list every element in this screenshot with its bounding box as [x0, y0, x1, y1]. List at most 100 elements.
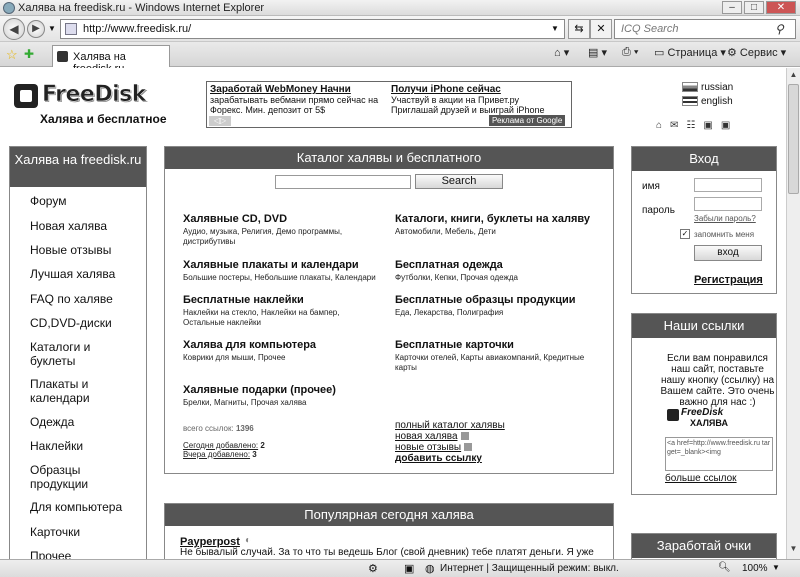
ad-left-title[interactable]: Заработай WebMoney Начни: [210, 84, 351, 95]
cat-cd-title[interactable]: Халявные CD, DVD: [183, 213, 287, 225]
menu-item-clothes[interactable]: Одежда: [30, 415, 140, 429]
menu-item-forum[interactable]: Форум: [30, 194, 140, 208]
rss-icon[interactable]: ▣: [703, 120, 720, 131]
menu-item-cd[interactable]: CD,DVD-диски: [30, 316, 140, 330]
login-button[interactable]: вход: [694, 245, 762, 261]
maximize-button[interactable]: □: [744, 1, 764, 14]
cat-posters-sub[interactable]: Большие постеры, Небольшие плакаты, Кале…: [183, 273, 383, 283]
minimize-button[interactable]: –: [722, 1, 742, 14]
cat-posters-title[interactable]: Халявные плакаты и календари: [183, 259, 359, 271]
zoom-dropdown-icon[interactable]: ▼: [772, 563, 780, 572]
top-icons[interactable]: ⌂✉☷▣▣: [656, 120, 738, 131]
ad-google-label[interactable]: Реклама от Google: [489, 115, 566, 126]
menu-item-reviews[interactable]: Новые отзывы: [30, 243, 140, 257]
add-favorite-icon[interactable]: ✚: [24, 47, 34, 61]
catalog-search-button[interactable]: Search: [415, 174, 503, 189]
cat-stickers-sub[interactable]: Наклейки на стекло, Наклейки на бампер, …: [183, 308, 363, 328]
add-link-link[interactable]: добавить ссылку: [395, 453, 482, 464]
cat-clothes-sub[interactable]: Футболки, Кепки, Прочая одежда: [395, 273, 595, 283]
home-icon[interactable]: ⌂ ▾: [554, 46, 569, 59]
search-icon[interactable]: ⚲: [775, 22, 784, 36]
freedisk-badge-icon[interactable]: [667, 409, 679, 421]
lang-english[interactable]: english: [682, 96, 733, 107]
cat-cards-sub[interactable]: Карточки отелей, Карты авиакомпаний, Кре…: [395, 353, 595, 373]
lang-english-label[interactable]: english: [701, 96, 733, 107]
cat-samples-title[interactable]: Бесплатные образцы продукции: [395, 294, 575, 306]
menu-item-catalogs[interactable]: Каталоги и буклеты: [30, 340, 110, 368]
cat-catalogs-sub[interactable]: Автомобили, Мебель, Дети: [395, 227, 595, 237]
cat-gifts-title[interactable]: Халявные подарки (прочее): [183, 384, 336, 396]
close-window-button[interactable]: ✕: [766, 1, 796, 14]
address-url[interactable]: http://www.freedisk.ru/: [83, 23, 191, 35]
link-code-textarea[interactable]: <a href=http://www.freedisk.ru target=_b…: [665, 437, 773, 471]
cat-samples-sub[interactable]: Еда, Лекарства, Полиграфия: [395, 308, 595, 318]
cat-gifts-sub[interactable]: Брелки, Магниты, Прочая халява: [183, 398, 363, 408]
home-page-icon[interactable]: ⌂: [656, 120, 670, 131]
menu-item-samples[interactable]: Образцы продукции: [30, 463, 110, 491]
cat-computer-title[interactable]: Халява для компьютера: [183, 339, 316, 351]
print-icon[interactable]: ⎙ ▾: [622, 46, 638, 59]
address-dropdown-icon[interactable]: ▼: [551, 24, 559, 33]
menu-item-other[interactable]: Прочее: [30, 549, 140, 559]
zoom-icon[interactable]: 🔍︎: [718, 562, 731, 573]
menu-item-computer[interactable]: Для компьютера: [30, 500, 140, 514]
menu-item-posters[interactable]: Плакаты и календари: [30, 377, 110, 405]
page-menu[interactable]: ▭ Страница ▾: [654, 46, 726, 59]
search-box[interactable]: ICQ Search ⚲: [614, 19, 796, 39]
more-links-link[interactable]: больше ссылок: [665, 473, 737, 484]
ad-banner[interactable]: Заработай WebMoney Начни зарабатывать ве…: [206, 81, 572, 128]
cat-computer-sub[interactable]: Коврики для мыши, Прочее: [183, 353, 363, 363]
yesterday-added-label[interactable]: Вчера добавлено:: [183, 450, 250, 459]
tools-menu-label[interactable]: Сервис: [740, 47, 778, 59]
lang-russian[interactable]: russian: [682, 82, 733, 93]
register-link[interactable]: Регистрация: [694, 274, 763, 286]
ad-nav-arrows[interactable]: ◁▷: [209, 116, 231, 126]
ad-right-title[interactable]: Получи iPhone сейчас: [391, 84, 501, 95]
page-scrollbar[interactable]: ▲ ▼: [786, 68, 800, 559]
forgot-password-link[interactable]: Забыли пароль?: [694, 214, 756, 223]
scroll-thumb[interactable]: [788, 84, 799, 194]
compatibility-icon[interactable]: ⇆: [568, 19, 590, 39]
rss-icon[interactable]: [464, 443, 473, 452]
sitemap-icon[interactable]: ☷: [686, 120, 703, 131]
zoom-level[interactable]: 100%: [742, 563, 768, 574]
back-button[interactable]: ◀: [3, 18, 25, 40]
lang-russian-label[interactable]: russian: [701, 82, 733, 93]
new-freebies-link[interactable]: новая халява: [395, 431, 469, 442]
search-placeholder[interactable]: ICQ Search: [621, 23, 678, 35]
badge-logo-text[interactable]: FreeDisk: [681, 407, 723, 418]
speaker-icon[interactable]: ◐: [245, 535, 251, 546]
page-menu-label[interactable]: Страница: [667, 47, 717, 59]
new-reviews-link-label[interactable]: новые отзывы: [395, 442, 461, 453]
status-security-icon[interactable]: ⚙: [368, 562, 378, 575]
cat-stickers-title[interactable]: Бесплатные наклейки: [183, 294, 304, 306]
stop-button[interactable]: ✕: [590, 19, 612, 39]
feeds-icon[interactable]: ▤ ▾: [588, 46, 607, 59]
today-added-label[interactable]: Сегодня добавлено:: [183, 441, 258, 450]
menu-item-cards[interactable]: Карточки: [30, 525, 140, 539]
new-reviews-link[interactable]: новые отзывы: [395, 442, 473, 453]
login-pass-input[interactable]: [694, 197, 762, 211]
mail-icon[interactable]: ✉: [670, 120, 686, 131]
full-catalog-link[interactable]: полный каталог халявы: [395, 420, 505, 431]
menu-item-best[interactable]: Лучшая халява: [30, 267, 140, 281]
new-freebies-link-label[interactable]: новая халява: [395, 431, 458, 442]
menu-item-stickers[interactable]: Наклейки: [30, 439, 140, 453]
menu-item-new[interactable]: Новая халява: [30, 219, 140, 233]
scroll-down-icon[interactable]: ▼: [788, 544, 799, 556]
cat-catalogs-title[interactable]: Каталоги, книги, буклеты на халяву: [395, 213, 590, 225]
login-name-input[interactable]: [694, 178, 762, 192]
status-popup-icon[interactable]: ▣: [404, 562, 414, 575]
rss-icon[interactable]: [460, 432, 469, 441]
scroll-up-icon[interactable]: ▲: [788, 70, 799, 82]
bookmark-icon[interactable]: ▣: [721, 120, 738, 131]
cat-cd-sub[interactable]: Аудио, музыка, Религия, Демо программы, …: [183, 227, 363, 247]
browser-tab[interactable]: Халява на freedisk.ru: [52, 45, 170, 75]
cat-cards-title[interactable]: Бесплатные карточки: [395, 339, 514, 351]
history-dropdown-icon[interactable]: ▼: [48, 24, 56, 33]
forward-button[interactable]: ▶: [27, 20, 45, 38]
favorites-star-icon[interactable]: ☆: [6, 47, 18, 63]
address-bar[interactable]: http://www.freedisk.ru/ ▼: [60, 19, 565, 39]
catalog-search-input[interactable]: [275, 175, 411, 189]
remember-checkbox[interactable]: ✓: [680, 229, 690, 239]
